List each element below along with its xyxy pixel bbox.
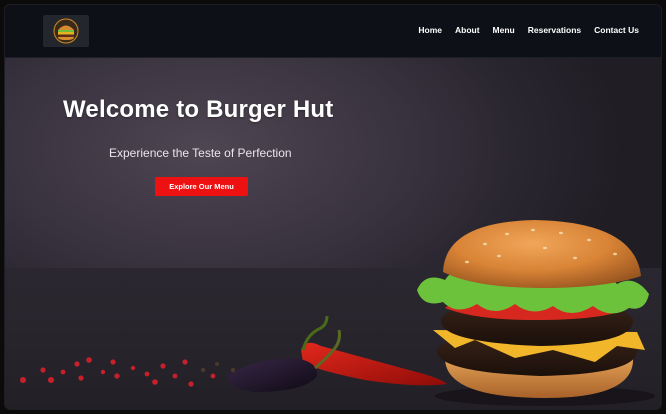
- brand-logo[interactable]: [43, 15, 89, 47]
- burger-logo-icon: [53, 18, 79, 44]
- hero-title: Welcome to Burger Hut: [63, 96, 334, 123]
- nav-link-menu[interactable]: Menu: [493, 25, 515, 35]
- hero-subtitle: Experience the Teste of Perfection: [109, 146, 292, 160]
- browser-frame: Home About Menu Reservations Contact Us: [4, 4, 662, 410]
- nav-link-about[interactable]: About: [455, 25, 480, 35]
- nav-menu: Home About Menu Reservations Contact Us: [418, 25, 639, 35]
- explore-menu-button[interactable]: Explore Our Menu: [155, 177, 248, 196]
- nav-link-reservations[interactable]: Reservations: [528, 25, 581, 35]
- nav-link-contact[interactable]: Contact Us: [594, 25, 639, 35]
- navbar: Home About Menu Reservations Contact Us: [5, 5, 661, 58]
- nav-link-home[interactable]: Home: [418, 25, 442, 35]
- hero-section: Welcome to Burger Hut Experience the Tes…: [5, 58, 661, 409]
